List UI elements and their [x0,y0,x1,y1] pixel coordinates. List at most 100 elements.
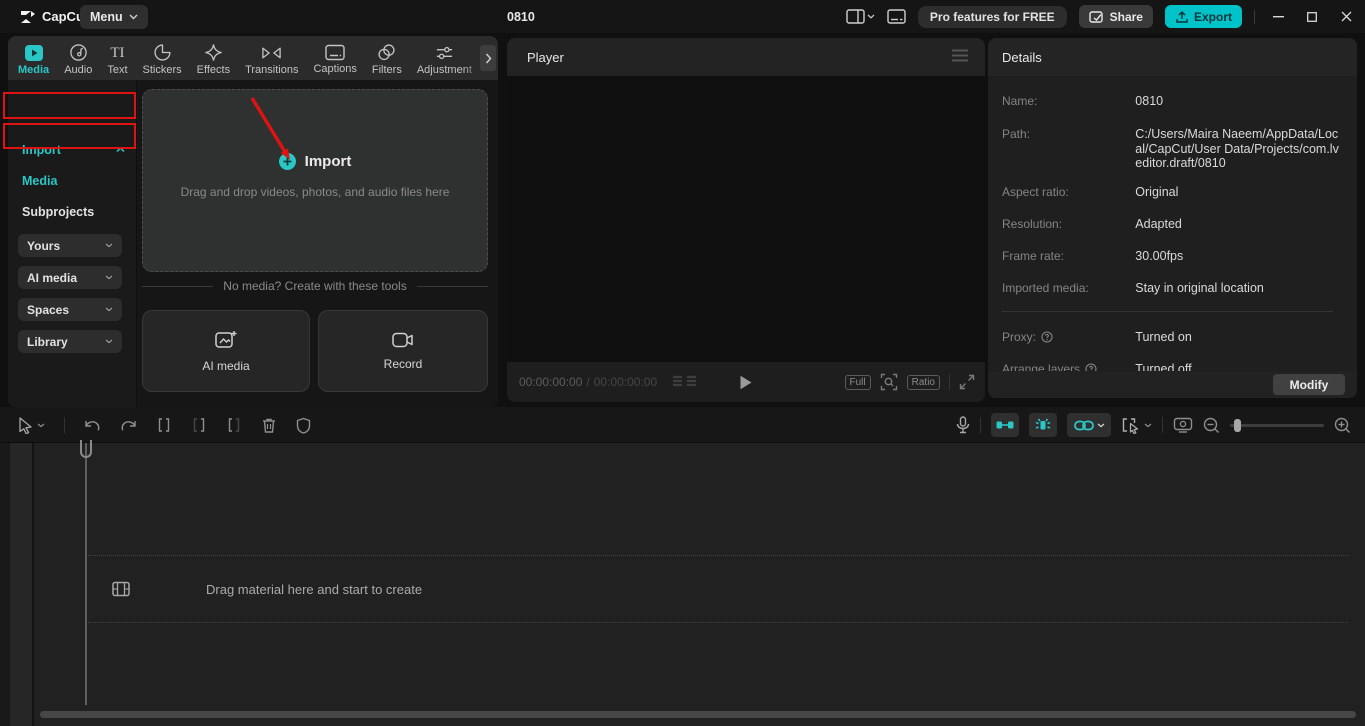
timeline-area[interactable]: Drag material here and start to create [0,443,1365,726]
playhead-handle[interactable] [80,440,92,458]
menu-button[interactable]: Menu [80,5,148,29]
minimize-button[interactable] [1267,6,1289,28]
mask-shield-icon[interactable] [296,417,311,434]
tab-stickers[interactable]: Stickers [143,40,182,76]
timeline-left-edge [0,443,10,726]
player-controls: 00:00:00:00 / 00:00:00:00 Full Ratio [507,362,985,402]
player-header: Player [507,38,985,76]
sidebar-dropdown-library[interactable]: Library [18,330,122,353]
tab-text[interactable]: TI Text [107,41,127,76]
chevron-down-icon [105,307,113,312]
capcut-logo-icon [20,10,36,24]
fullscreen-icon[interactable] [959,374,975,390]
details-title: Details [1002,50,1042,65]
chevron-down-icon [1144,423,1152,428]
trim-left-icon[interactable] [191,417,207,433]
delete-icon[interactable] [261,417,277,434]
detail-value: 30.00fps [1135,249,1342,264]
record-voiceover-icon[interactable] [956,416,970,434]
sidebar-dropdown-spaces[interactable]: Spaces [18,298,122,321]
share-label: Share [1110,10,1143,24]
trim-right-icon[interactable] [226,417,242,433]
detail-label: Frame rate: [1002,249,1135,264]
auto-select-clips-icon[interactable] [1121,417,1152,434]
play-button[interactable] [740,375,753,390]
detail-row-frame-rate: Frame rate: 30.00fps [1002,249,1342,264]
export-icon [1175,10,1189,24]
media-tab-bar: Media Audio TI Text Stickers Effects [8,36,498,80]
sidebar-item-media[interactable]: Media [8,168,137,194]
titlebar-right-cluster: Pro features for FREE Share Export [846,0,1365,33]
sidebar-item-import[interactable]: Import [8,136,137,163]
tab-captions[interactable]: Captions [313,41,356,75]
zoom-focus-icon[interactable] [880,373,898,391]
import-dropzone[interactable]: Import Drag and drop videos, photos, and… [142,89,488,272]
chevron-down-icon [1097,423,1105,428]
record-card-label: Record [384,357,423,371]
tab-effects[interactable]: Effects [197,40,230,76]
slider-handle[interactable] [1234,419,1241,432]
playback-quality-icon[interactable] [672,375,698,389]
chevron-down-icon [105,243,113,248]
preview-axis-icon[interactable] [1173,417,1193,433]
detail-label: Aspect ratio: [1002,185,1135,200]
close-button[interactable] [1335,6,1357,28]
chevron-down-icon [105,275,113,280]
tab-label: Transitions [245,64,298,76]
split-icon[interactable] [156,417,172,433]
sidebar-item-subprojects[interactable]: Subprojects [8,201,137,223]
detail-row-aspect-ratio: Aspect ratio: Original [1002,185,1342,200]
titlebar-divider [1254,10,1255,24]
detail-row-proxy: Proxy: Turned on [1002,330,1342,345]
timeline-zoom-slider[interactable] [1230,418,1324,432]
auto-snap-icon[interactable] [991,413,1019,437]
detail-row-path: Path: C:/Users/Maira Naeem/AppData/Local… [1002,127,1342,171]
sidebar-dropdown-yours[interactable]: Yours [18,234,122,257]
full-preview-button[interactable]: Full [845,375,871,390]
timeline-horizontal-scrollbar[interactable] [40,711,1356,718]
detail-value: Adapted [1135,217,1342,232]
export-button[interactable]: Export [1165,5,1242,28]
share-icon [1089,10,1105,24]
sidebar-import-label: Import [22,143,61,157]
sidebar-subprojects-label: Subprojects [22,205,94,219]
ai-media-card[interactable]: AI media [142,310,310,392]
tab-media[interactable]: Media [18,41,49,76]
tabs-scroll-next-button[interactable] [480,45,496,71]
sidebar-dropdown-ai-media[interactable]: AI media [18,266,122,289]
divider-line [417,286,488,287]
detail-label: Imported media: [1002,281,1135,296]
details-divider [1002,311,1333,312]
ratio-button[interactable]: Ratio [907,375,940,390]
tab-label: Captions [313,63,356,75]
player-menu-icon[interactable] [951,49,969,62]
text-icon: TI [110,44,124,62]
tab-transitions[interactable]: Transitions [245,41,298,76]
select-tool-button[interactable] [18,417,45,434]
zoom-in-icon[interactable] [1334,417,1351,434]
modify-button[interactable]: Modify [1273,374,1345,395]
share-button[interactable]: Share [1079,5,1153,28]
zoom-out-icon[interactable] [1203,417,1220,434]
layout-panel-button[interactable] [846,9,875,24]
total-time: 00:00:00:00 [594,375,657,389]
detail-row-name: Name: 0810 [1002,94,1342,109]
media-icon [24,44,44,62]
maximize-button[interactable] [1301,6,1323,28]
detail-label: Resolution: [1002,217,1135,232]
detail-row-imported-media: Imported media: Stay in original locatio… [1002,281,1342,296]
info-icon[interactable] [1041,331,1053,343]
player-viewport [507,76,985,362]
layout-preset-button[interactable] [887,9,906,24]
tab-audio[interactable]: Audio [64,40,92,76]
tab-filters[interactable]: Filters [372,40,402,76]
main-track-magnet-icon[interactable] [1029,413,1057,437]
pro-features-button[interactable]: Pro features for FREE [918,6,1067,28]
timecode-display: 00:00:00:00 / 00:00:00:00 [519,375,657,389]
record-card[interactable]: Record [318,310,488,392]
undo-icon[interactable] [84,418,101,433]
track-dropzone[interactable]: Drag material here and start to create [88,555,1348,623]
captions-icon [325,44,345,61]
redo-icon[interactable] [120,418,137,433]
link-clips-icon[interactable] [1067,413,1111,437]
